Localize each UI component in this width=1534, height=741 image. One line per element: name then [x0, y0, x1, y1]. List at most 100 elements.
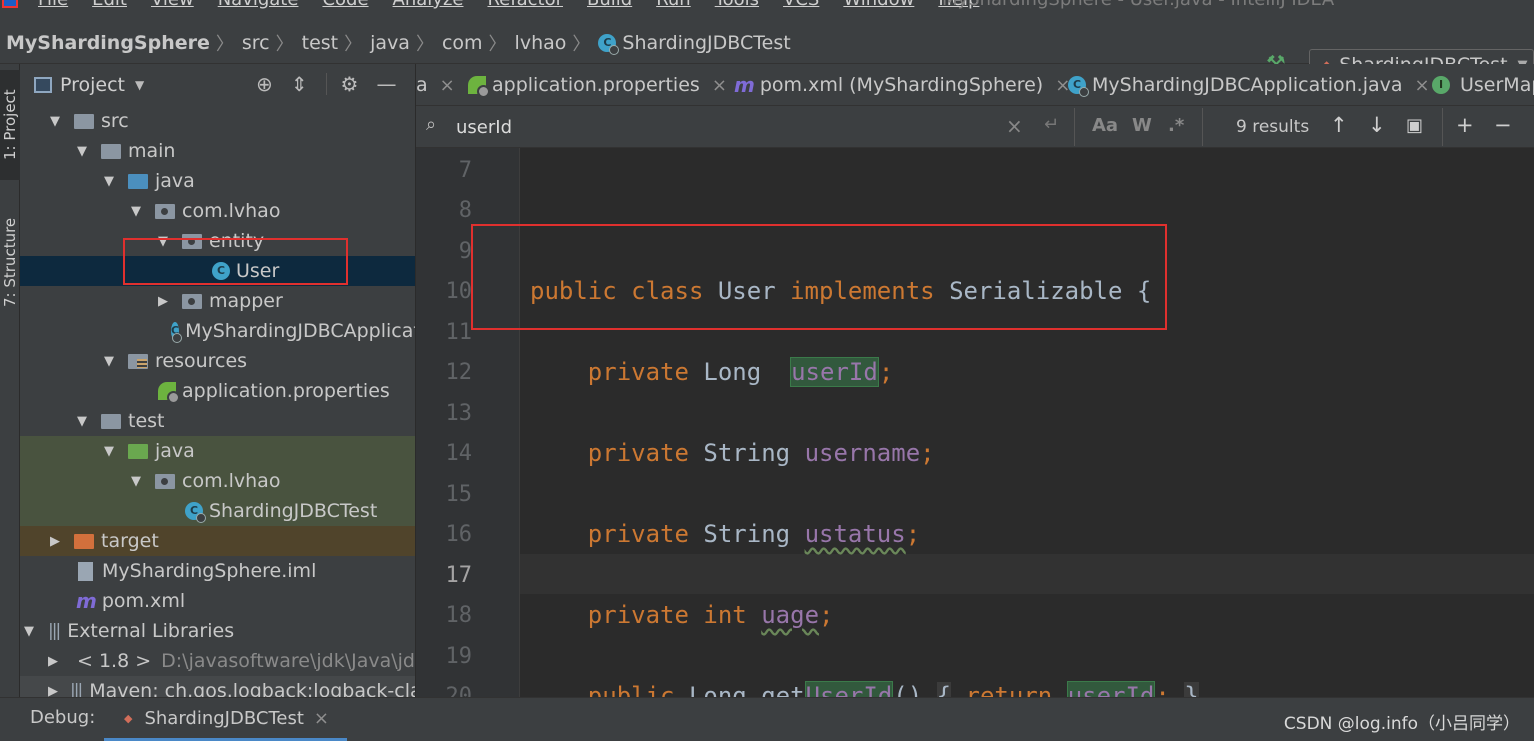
tree-item-mapper[interactable]: ▶ mapper	[20, 286, 415, 316]
expanded-arrow-icon[interactable]: ▼	[75, 414, 89, 429]
open-in-window-icon[interactable]: ▣	[1406, 115, 1423, 136]
close-icon[interactable]: ×	[1415, 75, 1430, 96]
menu-items: File Edit View Navigate Code Analyze Ref…	[38, 0, 1003, 10]
expanded-arrow-icon[interactable]: ▼	[129, 474, 143, 489]
tree-item-external-libraries[interactable]: ▼ ||| External Libraries	[20, 616, 415, 646]
menu-build[interactable]: Build	[587, 0, 632, 10]
tool-tab-structure[interactable]: 7: Structure	[0, 204, 20, 320]
breadcrumb-test[interactable]: test	[302, 32, 339, 54]
menu-tools[interactable]: Tools	[715, 0, 759, 10]
package-icon	[182, 293, 202, 309]
breadcrumb-com[interactable]: com	[442, 32, 483, 54]
menu-navigate[interactable]: Navigate	[218, 0, 299, 10]
breadcrumb-class-label: ShardingJDBCTest	[622, 32, 791, 54]
menu-vcs[interactable]: VCS	[783, 0, 819, 10]
folder-icon	[74, 113, 94, 129]
navigation-bar: MyShardingSphere 〉 src 〉 test 〉 java 〉 com 〉 …	[0, 22, 1534, 81]
tab-application-java[interactable]: C MyShardingJDBCApplication.java ×	[1068, 64, 1430, 105]
close-icon[interactable]: ×	[440, 75, 455, 96]
folded-brace: {	[936, 682, 952, 697]
expanded-arrow-icon[interactable]: ▼	[22, 624, 36, 639]
field-name: ustatus	[804, 520, 906, 548]
arrow-up-icon[interactable]: ↑	[1330, 113, 1348, 137]
match-case-button[interactable]: Aa	[1092, 115, 1118, 136]
breadcrumb-lvhao[interactable]: lvhao	[515, 32, 567, 54]
tree-item-application-class[interactable]: CMyShardingJDBCApplication	[20, 316, 415, 346]
tree-item-java-main[interactable]: ▼ java	[20, 166, 415, 196]
field-name: username	[804, 439, 921, 467]
tree-item-application-properties[interactable]: application.properties	[20, 376, 415, 406]
expanded-arrow-icon[interactable]: ▼	[48, 114, 62, 129]
menu-file[interactable]: File	[38, 0, 68, 10]
project-panel-title[interactable]: Project	[60, 74, 125, 96]
tab-partial[interactable]: a ×	[416, 64, 455, 105]
debug-session-label: ShardingJDBCTest	[144, 707, 304, 729]
tree-item-jdk[interactable]: ▶ < 1.8 > D:\javasoftware\jdk\Java\jdk	[20, 646, 415, 676]
menu-run[interactable]: Run	[656, 0, 691, 10]
search-icon[interactable]: ⌕	[426, 114, 436, 135]
tree-item-test[interactable]: ▼ test	[20, 406, 415, 436]
tree-item-pom[interactable]: m pom.xml	[20, 586, 415, 616]
tab-pom[interactable]: m pom.xml (MyShardingSphere) ×	[734, 64, 1070, 105]
current-line-number: 17	[445, 563, 473, 588]
folded-brace: }	[1184, 682, 1199, 697]
watermark: CSDN @log.info（小吕同学）	[1283, 714, 1520, 734]
collapse-all-icon[interactable]: ⇕	[291, 72, 308, 96]
collapsed-arrow-icon[interactable]: ▶	[48, 534, 62, 549]
words-button[interactable]: W	[1132, 115, 1152, 136]
tree-item-package[interactable]: ▼ com.lvhao	[20, 196, 415, 226]
collapsed-arrow-icon[interactable]: ▶	[48, 684, 58, 698]
tree-item-label: java	[155, 170, 195, 192]
menu-code[interactable]: Code	[322, 0, 368, 10]
remove-selection-icon[interactable]: −	[1494, 113, 1512, 137]
tab-application-properties[interactable]: application.properties ×	[468, 64, 727, 105]
expanded-arrow-icon[interactable]: ▼	[102, 174, 116, 189]
collapsed-arrow-icon[interactable]: ▶	[156, 294, 170, 309]
gear-icon[interactable]: ⚙	[341, 72, 359, 96]
tree-item-test-package[interactable]: ▼ com.lvhao	[20, 466, 415, 496]
collapsed-arrow-icon[interactable]: ▶	[48, 654, 58, 669]
code-line-14: private String username;	[530, 439, 935, 467]
tree-item-main[interactable]: ▼ main	[20, 136, 415, 166]
chevron-down-icon[interactable]: ▼	[135, 78, 144, 92]
debug-session-tab[interactable]: ◆ ShardingJDBCTest ×	[104, 698, 347, 741]
arrow-down-icon[interactable]: ↓	[1368, 113, 1386, 137]
menu-refactor[interactable]: Refactor	[487, 0, 563, 10]
breadcrumb-java[interactable]: java	[370, 32, 410, 54]
tree-item-resources[interactable]: ▼ resources	[20, 346, 415, 376]
regex-button[interactable]: .*	[1168, 115, 1184, 136]
tree-item-target[interactable]: ▶ target	[20, 526, 415, 556]
breadcrumb-src[interactable]: src	[242, 32, 270, 54]
tree-item-label: pom.xml	[101, 590, 186, 612]
hide-minus-icon[interactable]: —	[376, 72, 396, 96]
tree-item-iml[interactable]: MyShardingSphere.iml	[20, 556, 415, 586]
tool-tab-project[interactable]: 1: Project	[0, 70, 20, 180]
tree-item-src[interactable]: ▼ src	[20, 106, 415, 136]
breadcrumb-project[interactable]: MyShardingSphere	[6, 32, 210, 54]
tree-item-test-class[interactable]: C ShardingJDBCTest	[20, 496, 415, 526]
tab-usermapper[interactable]: I UserMap	[1432, 64, 1534, 105]
menu-window[interactable]: Window	[843, 0, 914, 10]
chevron-right-icon: 〉	[275, 34, 294, 55]
expanded-arrow-icon[interactable]: ▼	[129, 204, 143, 219]
add-selection-icon[interactable]: +	[1456, 113, 1474, 137]
close-icon[interactable]: ×	[712, 75, 727, 96]
new-line-icon[interactable]: ↵	[1044, 114, 1059, 135]
tree-item-maven-logback[interactable]: ▶ ||| Maven: ch.qos.logback:logback-classi…	[20, 676, 415, 697]
locate-crosshair-icon[interactable]: ⊕	[256, 72, 273, 96]
clear-icon[interactable]: ×	[1006, 114, 1023, 138]
breadcrumb-class[interactable]: C ShardingJDBCTest	[598, 32, 791, 55]
menu-edit[interactable]: Edit	[92, 0, 127, 10]
expanded-arrow-icon[interactable]: ▼	[102, 354, 116, 369]
search-match-highlight: userId	[1066, 681, 1156, 697]
tree-item-java-test[interactable]: ▼ java	[20, 436, 415, 466]
keyword: private	[587, 358, 689, 386]
expanded-arrow-icon[interactable]: ▼	[75, 144, 89, 159]
menu-analyze[interactable]: Analyze	[393, 0, 464, 10]
menu-view[interactable]: View	[151, 0, 194, 10]
close-icon[interactable]: ×	[314, 708, 329, 729]
intellij-logo-icon	[2, 0, 18, 8]
search-input[interactable]	[456, 112, 1016, 142]
expanded-arrow-icon[interactable]: ▼	[102, 444, 116, 459]
tab-label: a	[416, 74, 428, 96]
